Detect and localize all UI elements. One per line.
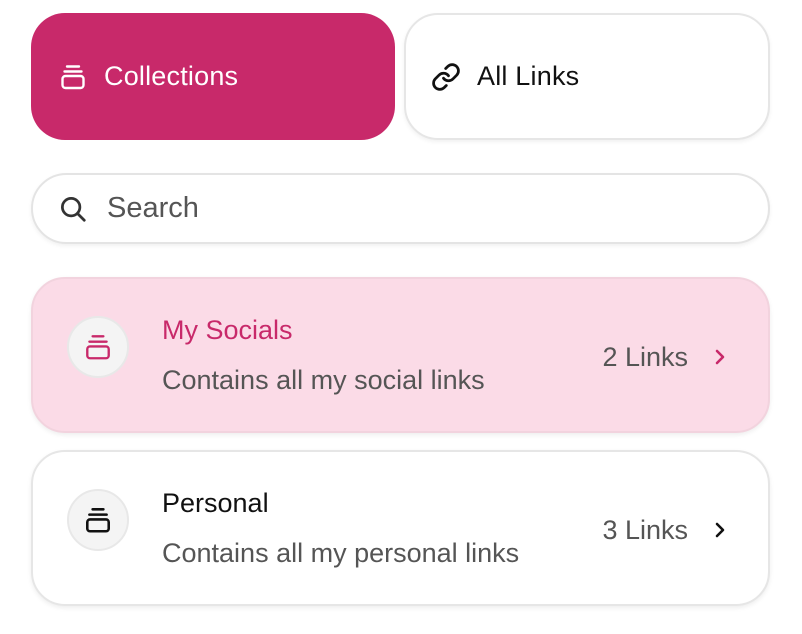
tab-collections-label: Collections bbox=[104, 61, 239, 91]
collection-title: My Socials bbox=[162, 315, 293, 345]
collection-link-count: 3 Links bbox=[602, 515, 688, 545]
search-bar[interactable] bbox=[31, 173, 770, 244]
collection-avatar bbox=[67, 489, 129, 551]
collection-stack-icon bbox=[57, 61, 89, 93]
collection-stack-icon bbox=[86, 508, 110, 533]
tab-all-links[interactable]: All Links bbox=[404, 13, 770, 140]
chevron-right-icon bbox=[708, 345, 732, 369]
collection-stack-icon bbox=[86, 335, 110, 360]
link-icon bbox=[430, 61, 462, 93]
collection-avatar bbox=[67, 316, 129, 378]
collection-description: Contains all my social links bbox=[162, 365, 485, 395]
tab-collections[interactable]: Collections bbox=[31, 13, 395, 140]
search-input[interactable] bbox=[107, 192, 707, 225]
search-icon bbox=[57, 193, 89, 225]
collection-title: Personal bbox=[162, 488, 269, 518]
collection-description: Contains all my personal links bbox=[162, 538, 520, 568]
collection-card-my-socials[interactable]: My Socials Contains all my social links … bbox=[31, 277, 770, 433]
chevron-right-icon bbox=[708, 518, 732, 542]
collection-link-count: 2 Links bbox=[602, 342, 688, 372]
tab-all-links-label: All Links bbox=[477, 61, 580, 91]
collection-card-personal[interactable]: Personal Contains all my personal links … bbox=[31, 450, 770, 606]
